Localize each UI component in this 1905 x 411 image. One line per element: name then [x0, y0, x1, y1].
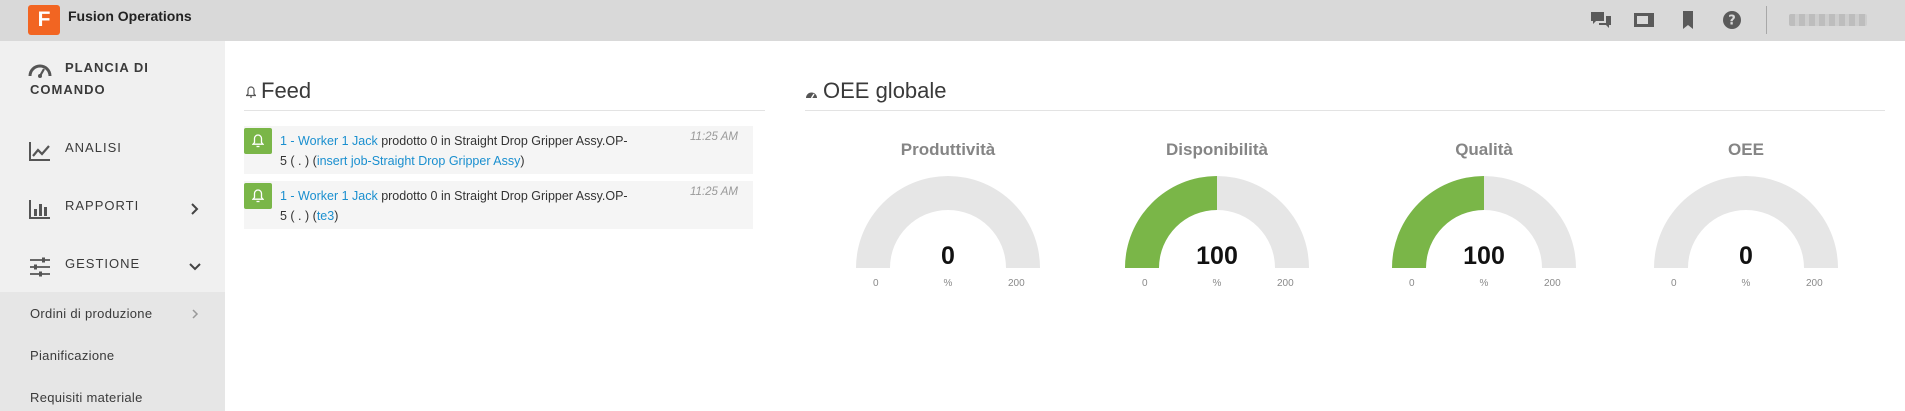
- submenu-item-ordini[interactable]: Ordini di produzione: [30, 306, 152, 321]
- top-bar: F Fusion Operations ?: [0, 0, 1905, 41]
- sidebar-item-dashboard[interactable]: PLANCIA DI COMANDO: [0, 51, 225, 106]
- feed-text: ): [520, 154, 525, 168]
- gauge-produttivita: Produttività 0 0 % 200: [853, 138, 1043, 298]
- feed-text: prodotto 0 in Straight Drop Gripper Assy…: [377, 134, 628, 148]
- gauge-value: 100: [1196, 242, 1238, 270]
- sidebar-item-label: GESTIONE: [65, 256, 141, 271]
- help-icon[interactable]: ?: [1721, 10, 1743, 30]
- sidebar-item-label: ANALISI: [65, 140, 122, 155]
- feed-item: 1 - Worker 1 Jack prodotto 0 in Straight…: [244, 181, 753, 229]
- dashboard-gauge-icon: [28, 60, 52, 82]
- app-logo[interactable]: F: [28, 5, 60, 35]
- gauge-max: 200: [1008, 278, 1025, 289]
- line-chart-icon: [28, 140, 52, 162]
- feed-text: 5 ( . ) (: [280, 154, 317, 168]
- feed-timestamp: 11:25 AM: [690, 186, 738, 198]
- gauge-qualita: Qualità 100 0 % 200: [1389, 138, 1579, 298]
- topbar-divider: [1766, 6, 1767, 34]
- feed-message: 1 - Worker 1 Jack prodotto 0 in Straight…: [280, 186, 680, 226]
- gauge-title: Qualità: [1455, 140, 1513, 159]
- sidebar-item-analisi[interactable]: ANALISI: [0, 131, 225, 171]
- job-link[interactable]: insert job-Straight Drop Gripper Assy: [317, 154, 521, 168]
- screen-icon[interactable]: [1633, 10, 1655, 30]
- chevron-down-icon: [188, 260, 202, 274]
- gauge-max: 200: [1806, 278, 1823, 289]
- gauge-title: Produttività: [900, 140, 996, 159]
- gauge-oee: OEE 0 0 % 200: [1651, 138, 1841, 298]
- oee-title: OEE globale: [823, 78, 947, 103]
- sliders-icon: [28, 256, 52, 278]
- sidebar-item-label: RAPPORTI: [65, 198, 140, 213]
- gauge-max: 200: [1277, 278, 1294, 289]
- feed-timestamp: 11:25 AM: [690, 131, 738, 143]
- user-name-blurred[interactable]: [1789, 14, 1867, 26]
- svg-text:?: ?: [1728, 14, 1736, 29]
- gauge-title: OEE: [1728, 140, 1764, 159]
- gauge-title: Disponibilità: [1166, 140, 1268, 159]
- bell-icon: [245, 85, 257, 98]
- gauge-icon: [805, 86, 818, 99]
- feed-text: prodotto 0 in Straight Drop Gripper Assy…: [377, 189, 628, 203]
- feed-text: 5 ( . ) (: [280, 209, 317, 223]
- notification-bell-icon: [244, 128, 272, 154]
- chevron-right-icon: [190, 307, 200, 319]
- feed-title: Feed: [261, 78, 312, 103]
- job-link[interactable]: te3: [317, 209, 334, 223]
- sidebar-item-label: PLANCIA DI: [65, 60, 149, 75]
- sidebar: PLANCIA DI COMANDO ANALISI RAPPORTI GEST…: [0, 41, 225, 411]
- gauge-value: 0: [1739, 242, 1753, 270]
- sidebar-item-gestione[interactable]: GESTIONE: [0, 247, 225, 287]
- submenu-item-requisiti[interactable]: Requisiti materiale: [30, 390, 143, 405]
- sidebar-item-rapporti[interactable]: RAPPORTI: [0, 189, 225, 229]
- bookmark-icon[interactable]: [1677, 10, 1699, 30]
- feed-item: 1 - Worker 1 Jack prodotto 0 in Straight…: [244, 126, 753, 174]
- bar-chart-icon: [28, 198, 52, 220]
- feed-divider: [244, 110, 765, 111]
- chevron-right-icon: [188, 202, 202, 216]
- gauge-value: 100: [1463, 242, 1505, 270]
- gauge-max: 200: [1544, 278, 1561, 289]
- oee-divider: [805, 110, 1885, 111]
- gauge-value: 0: [941, 242, 955, 270]
- feed-message: 1 - Worker 1 Jack prodotto 0 in Straight…: [280, 131, 680, 171]
- app-title: Fusion Operations: [68, 8, 192, 24]
- submenu-item-pianificazione[interactable]: Pianificazione: [30, 348, 114, 363]
- feed-text: ): [334, 209, 339, 223]
- gauge-disponibilita: Disponibilità 100 0 % 200: [1122, 138, 1312, 298]
- chat-icon[interactable]: [1590, 10, 1612, 30]
- sidebar-item-label: COMANDO: [30, 82, 106, 97]
- notification-bell-icon: [244, 183, 272, 209]
- gestione-submenu: Ordini di produzione Pianificazione Requ…: [0, 292, 225, 411]
- worker-link[interactable]: 1 - Worker 1 Jack: [280, 189, 378, 203]
- worker-link[interactable]: 1 - Worker 1 Jack: [280, 134, 378, 148]
